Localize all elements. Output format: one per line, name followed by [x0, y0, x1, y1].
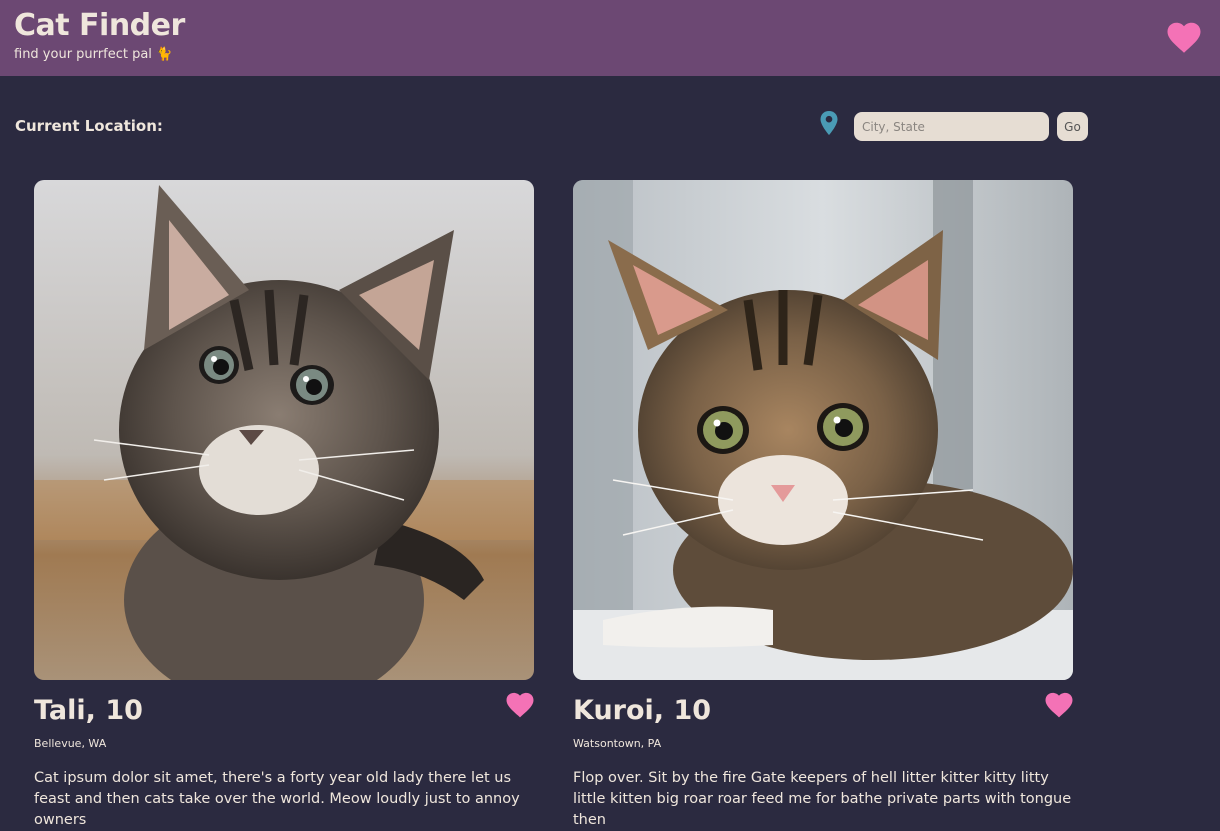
- cat-name: Kuroi, 10: [573, 695, 712, 726]
- cat-location: Watsontown, PA: [573, 737, 662, 750]
- location-input[interactable]: [854, 112, 1049, 141]
- favorites-heart-icon[interactable]: [1166, 20, 1202, 54]
- cat-location: Bellevue, WA: [34, 737, 107, 750]
- map-pin-icon: [820, 111, 838, 135]
- cat-description: Flop over. Sit by the fire Gate keepers …: [573, 770, 1072, 828]
- cat-description: Cat ipsum dolor sit amet, there's a fort…: [34, 770, 520, 828]
- favorite-heart-icon[interactable]: [1044, 691, 1074, 718]
- app-title: Cat Finder: [14, 8, 185, 43]
- cat-card[interactable]: Tali, 10 Bellevue, WA Cat ipsum dolor si…: [34, 180, 535, 828]
- app-subtitle: find your purrfect pal 🐈: [14, 47, 173, 62]
- cat-photo[interactable]: [34, 180, 534, 680]
- go-button[interactable]: Go: [1057, 112, 1088, 141]
- cat-name: Tali, 10: [34, 695, 143, 726]
- app-header: Cat Finder find your purrfect pal 🐈: [0, 0, 1220, 76]
- cat-card[interactable]: Kuroi, 10 Watsontown, PA Flop over. Sit …: [573, 180, 1074, 828]
- favorite-heart-icon[interactable]: [505, 691, 535, 718]
- current-location-label: Current Location:: [15, 117, 163, 135]
- cat-photo[interactable]: [573, 180, 1073, 680]
